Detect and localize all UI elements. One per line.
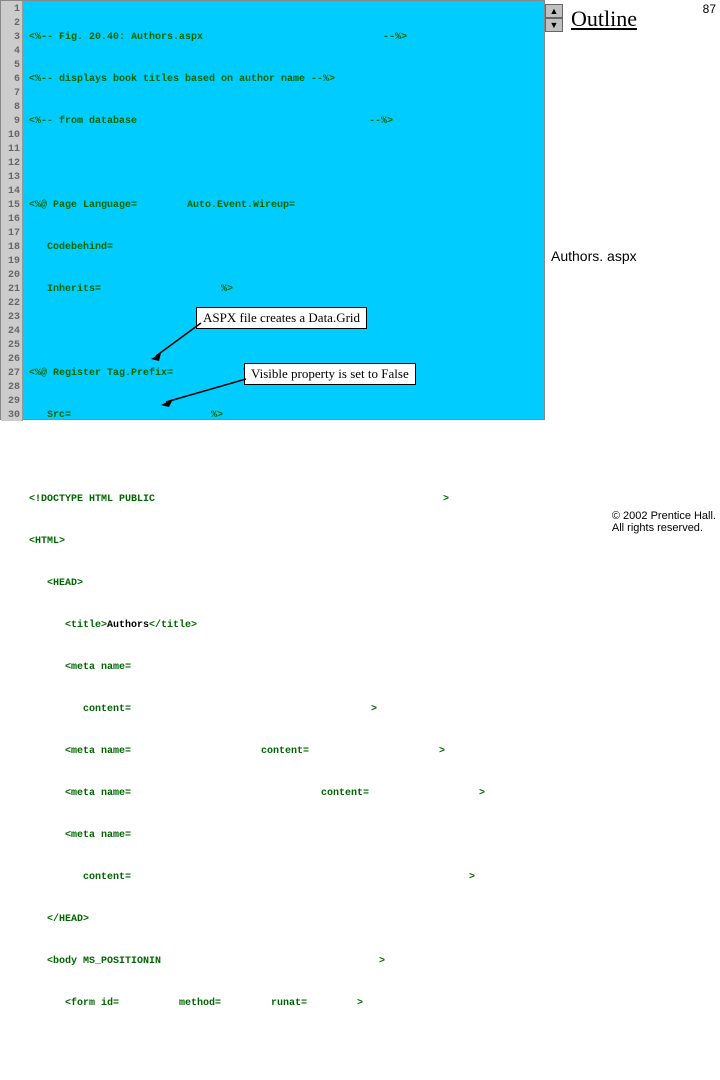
line-number: 22: [1, 297, 20, 311]
code-pane: 1 2 3 4 5 6 7 8 9 10 11 12 13 14 15 16 1…: [0, 0, 545, 420]
line-number: 11: [1, 143, 20, 157]
scroll-up-button[interactable]: ▲: [545, 4, 563, 18]
line-number: 3: [1, 31, 20, 45]
line-number: 23: [1, 311, 20, 325]
slide-number: 87: [703, 2, 716, 16]
scroll-buttons: ▲ ▼: [545, 4, 563, 32]
annotation-datagrid: ASPX file creates a Data.Grid: [196, 307, 367, 329]
line-number: 6: [1, 73, 20, 87]
line-number: 21: [1, 283, 20, 297]
line-number: 12: [1, 157, 20, 171]
line-gutter: 1 2 3 4 5 6 7 8 9 10 11 12 13 14 15 16 1…: [1, 1, 23, 421]
line-number: 8: [1, 101, 20, 115]
outline-link[interactable]: Outline: [571, 6, 637, 32]
line-number: 4: [1, 45, 20, 59]
line-number: 5: [1, 59, 20, 73]
annotation-visible: Visible property is set to False: [244, 363, 416, 385]
line-number: 26: [1, 353, 20, 367]
line-number: 27: [1, 367, 20, 381]
arrow-icon: [161, 377, 251, 407]
code-body: <%-- Fig. 20.40: Authors.aspx--%> <%-- d…: [29, 3, 485, 1080]
sidebar: ▲ ▼ Outline 87 Authors. aspx © 2002 Pren…: [545, 0, 720, 540]
line-number: 29: [1, 395, 20, 409]
scroll-down-button[interactable]: ▼: [545, 18, 563, 32]
line-number: 2: [1, 17, 20, 31]
line-number: 15: [1, 199, 20, 213]
line-number: 30: [1, 409, 20, 423]
line-number: 18: [1, 241, 20, 255]
arrow-icon: [151, 321, 211, 361]
line-number: 19: [1, 255, 20, 269]
line-number: 24: [1, 325, 20, 339]
line-number: 9: [1, 115, 20, 129]
copyright: © 2002 Prentice Hall. All rights reserve…: [612, 510, 716, 534]
line-number: 25: [1, 339, 20, 353]
line-number: 14: [1, 185, 20, 199]
line-number: 1: [1, 3, 20, 17]
line-number: 7: [1, 87, 20, 101]
line-number: 16: [1, 213, 20, 227]
line-number: 28: [1, 381, 20, 395]
line-number: 17: [1, 227, 20, 241]
line-number: 20: [1, 269, 20, 283]
file-caption: Authors. aspx: [551, 248, 637, 264]
line-number: 13: [1, 171, 20, 185]
line-number: 10: [1, 129, 20, 143]
